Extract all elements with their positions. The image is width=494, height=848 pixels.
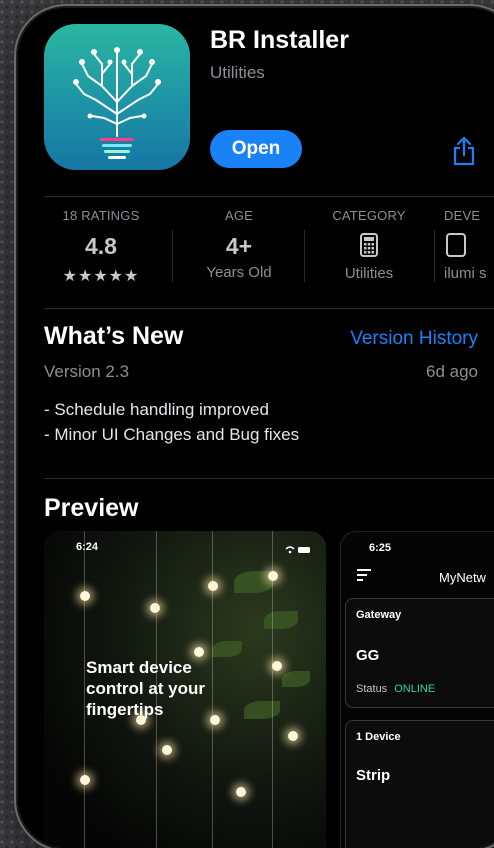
status-time: 6:25 [369,542,392,554]
ratings-stat[interactable]: 18 RATINGS 4.8 ★★★★★ [36,208,166,286]
leaf [282,671,310,687]
version-history-link[interactable]: Version History [350,328,478,350]
release-note: - Minor UI Changes and Bug fixes [44,425,300,444]
update-age: 6d ago [426,362,478,381]
light-bulb [194,647,204,657]
app-store-page: BR Installer Utilities Open 18 RATINGS 4… [18,8,494,848]
divider [44,478,494,479]
device-label: 1 Device [356,731,401,743]
status-icons [284,542,312,560]
app-title: BR Installer [210,26,349,54]
device-card: 1 Device Strip [345,720,494,848]
release-note: - Schedule handling improved [44,400,269,419]
preview-heading: Preview [44,494,139,522]
ratings-label: 18 RATINGS [62,208,140,223]
preview-screenshot-2[interactable]: 6:25 MyNetw Gateway GG Status ONLINE 1 D… [340,531,494,848]
light-bulb [210,715,220,725]
circuit-tree-icon [73,47,161,159]
light-bulb [236,787,246,797]
status-label: Status [356,683,388,695]
light-bulb [80,591,90,601]
star-rating: ★★★★★ [62,268,140,285]
leaf [244,701,280,719]
light-bulb [272,661,282,671]
device-name: Strip [356,767,391,784]
gateway-card: Gateway GG Status ONLINE [345,598,494,708]
status-time: 6:24 [76,541,99,553]
developer-stat[interactable]: DEVE ilumi s [436,208,494,282]
age-label: AGE [224,208,254,223]
divider [172,230,173,282]
light-bulb [288,731,298,741]
menu-icon [357,568,373,587]
divider [44,308,494,309]
promo-line: control at your [86,679,206,698]
developer-icon [444,233,494,261]
age-value: 4+ [225,233,253,259]
light-bulb [162,745,172,755]
status-value: ONLINE [394,683,436,695]
gateway-status: Status ONLINE [356,683,435,695]
gateway-label: Gateway [356,609,402,621]
category-stat[interactable]: CATEGORY Utilities [304,208,434,282]
calculator-icon [304,233,434,261]
category-sub: Utilities [344,265,394,282]
gateway-name: GG [356,647,380,664]
app-category: Utilities [210,63,265,82]
open-button[interactable]: Open [210,130,302,168]
divider [434,230,435,282]
network-title: MyNetw [439,570,486,585]
age-sub: Years Old [206,264,272,281]
divider [44,196,494,197]
string-wire [84,531,85,848]
share-icon[interactable] [452,136,476,166]
promo-text: Smart device control at your fingertips [86,657,205,720]
info-strip[interactable]: 18 RATINGS 4.8 ★★★★★ AGE 4+ Years Old CA… [44,208,494,298]
developer-label: DEVE [444,208,481,223]
light-bulb [80,775,90,785]
version-label: Version 2.3 [44,362,130,381]
rating-value: 4.8 [85,233,117,259]
leaf [264,611,298,629]
preview-screenshot-1[interactable]: 6:24 Smart device control at your finger… [44,531,326,848]
light-bulb [268,571,278,581]
whats-new-heading: What’s New [44,322,184,350]
light-bulb [150,603,160,613]
age-stat[interactable]: AGE 4+ Years Old [174,208,304,281]
promo-line: Smart device [86,658,192,677]
promo-line: fingertips [86,700,164,719]
developer-sub: ilumi s [444,265,487,282]
category-label: CATEGORY [332,208,406,223]
app-icon [44,24,190,170]
leaf [212,641,242,657]
light-bulb [208,581,218,591]
string-wire [212,531,213,848]
